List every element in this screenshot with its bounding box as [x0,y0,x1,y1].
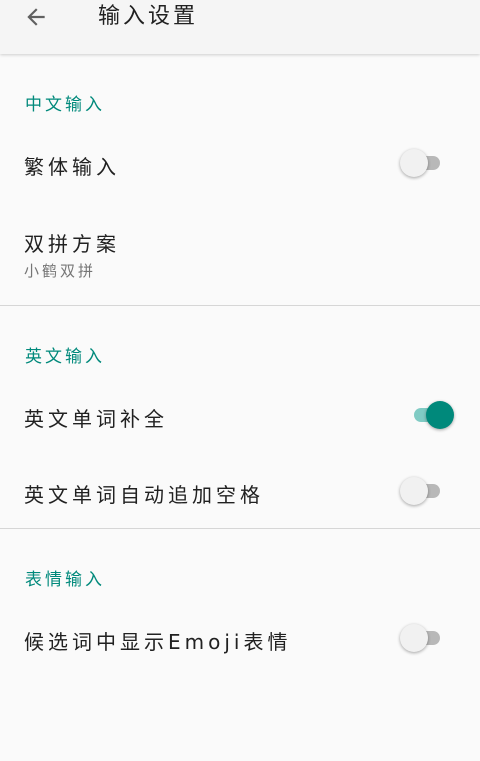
divider [0,528,480,529]
english-auto-space-label: 英文单词自动追加空格 [24,483,264,507]
shuangpin-scheme-value: 小鹤双拼 [24,262,97,280]
switch-thumb [400,477,428,505]
english-word-completion-switch[interactable] [410,401,454,429]
section-header-chinese-input: 中文输入 [25,95,105,115]
english-auto-space-switch[interactable] [400,477,444,505]
page-title: 输入设置 [98,4,199,29]
shuangpin-scheme-label[interactable]: 双拼方案 [24,228,120,257]
back-button[interactable] [14,0,58,34]
arrow-left-icon [27,8,45,26]
switch-thumb [400,624,428,652]
divider [0,305,480,306]
section-header-english-input: 英文输入 [25,347,105,367]
show-emoji-in-candidates-switch[interactable] [400,624,444,652]
english-word-completion-label: 英文单词补全 [24,407,168,431]
show-emoji-in-candidates-label: 候选词中显示Emoji表情 [24,630,292,654]
traditional-chinese-label: 繁体输入 [24,155,120,179]
switch-thumb [426,401,454,429]
toolbar: 输入设置 [0,0,480,54]
section-header-emoji-input: 表情输入 [25,570,105,590]
traditional-chinese-switch[interactable] [400,149,444,177]
switch-thumb [400,149,428,177]
